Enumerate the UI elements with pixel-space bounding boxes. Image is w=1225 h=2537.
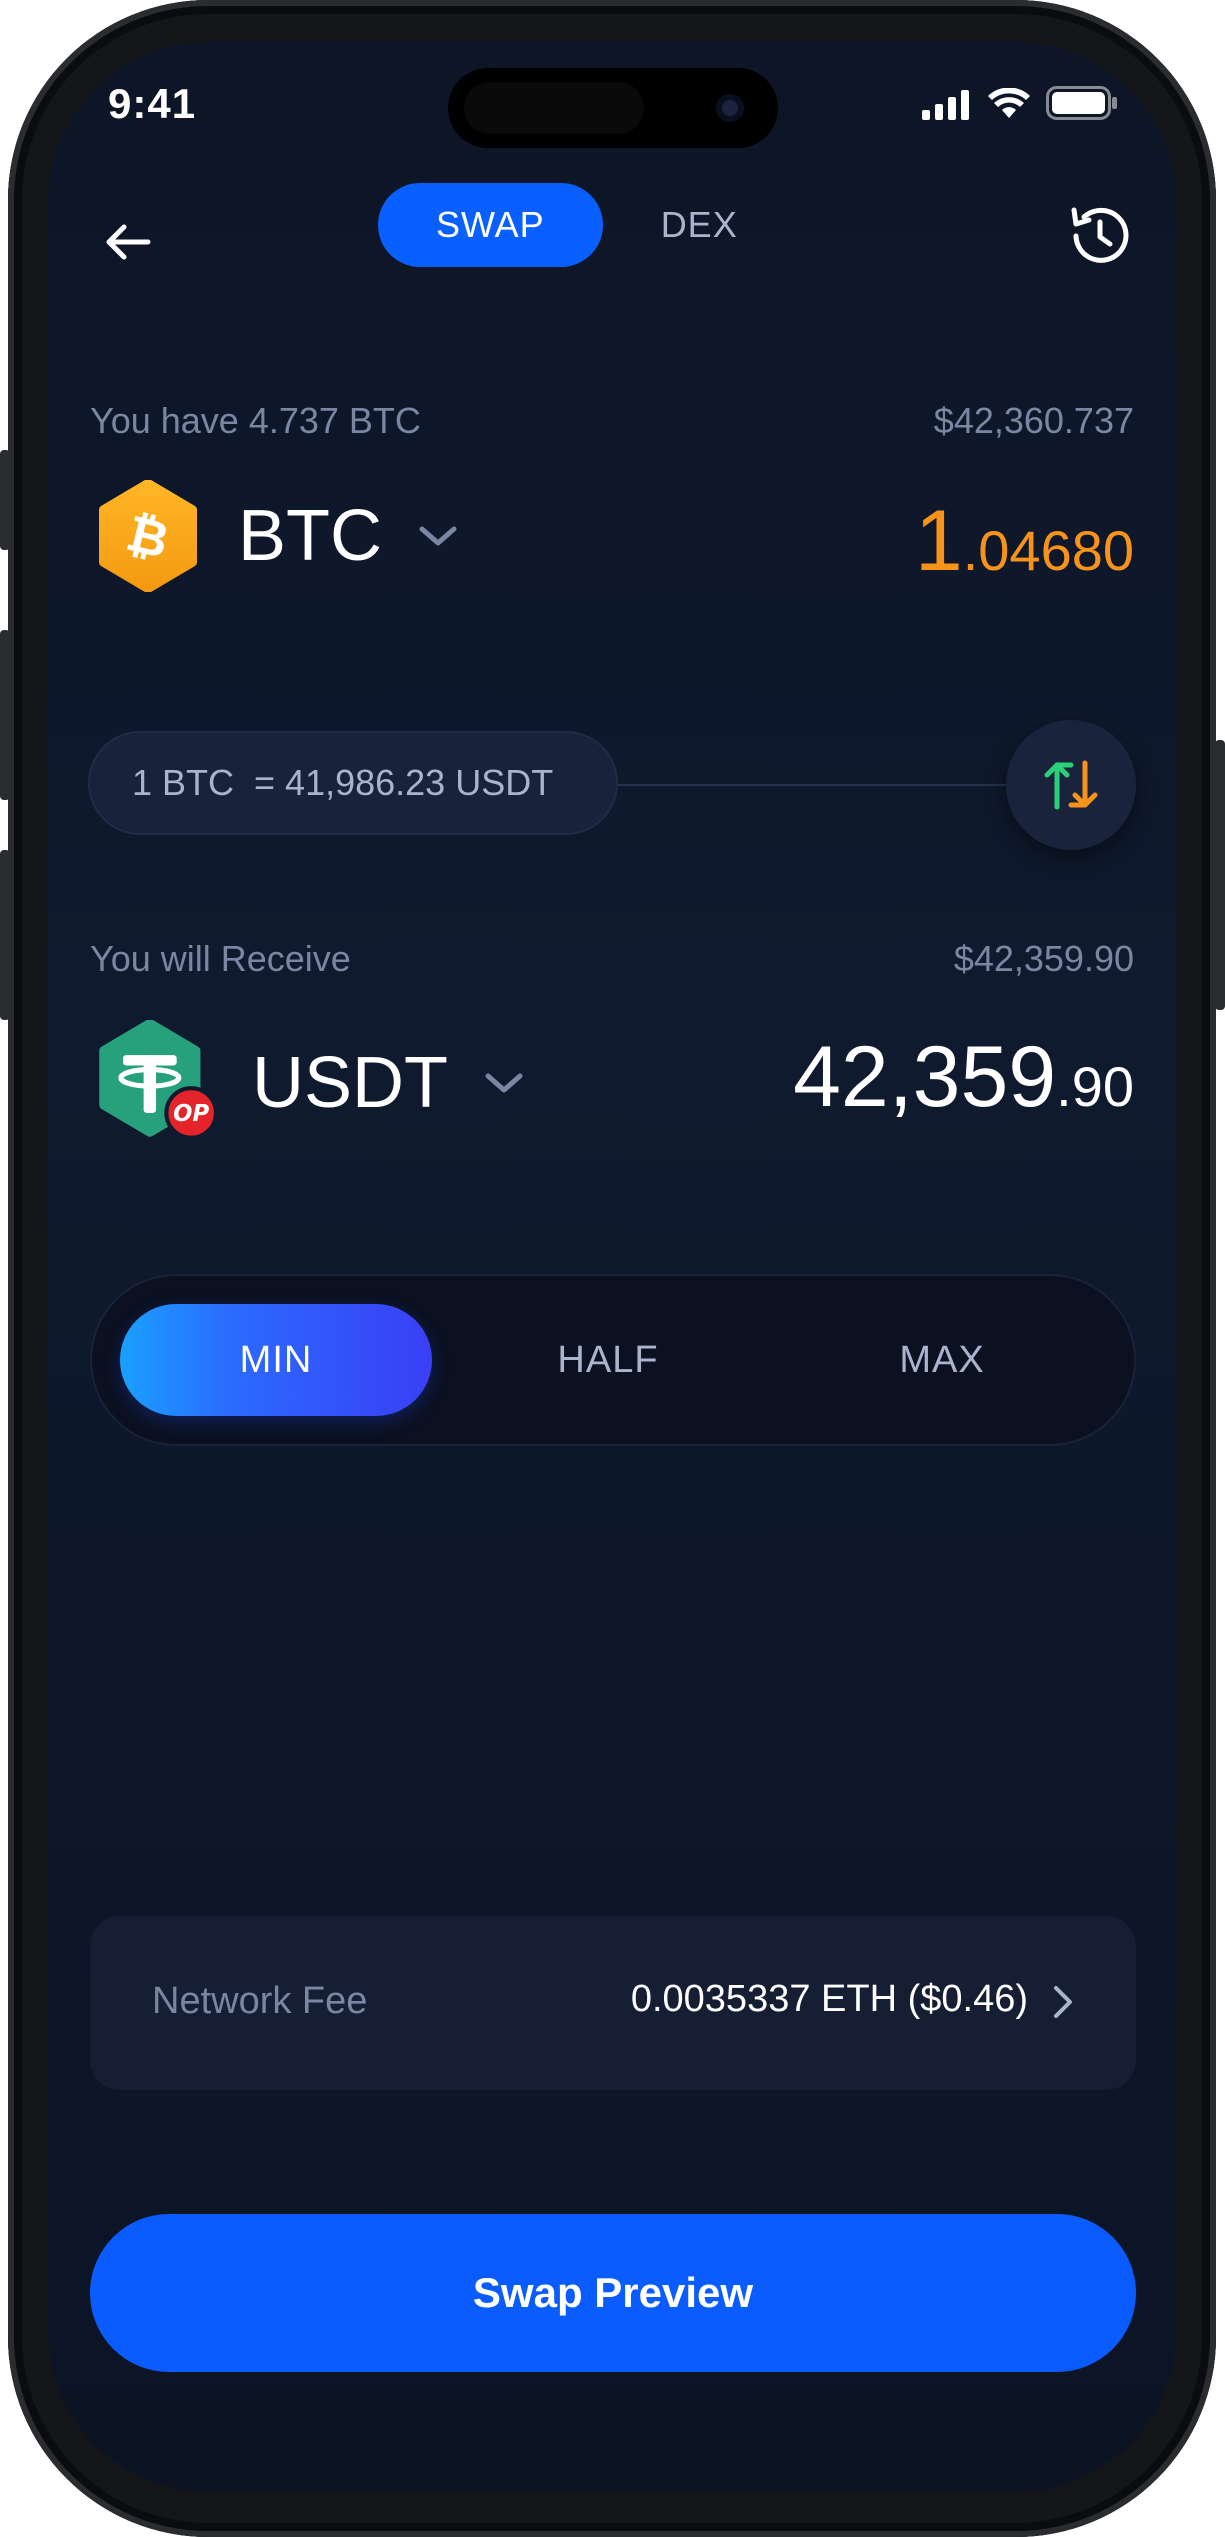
op-badge: OP <box>173 1101 209 1127</box>
to-coin-selector[interactable]: OP USDT <box>92 1020 526 1146</box>
swap-preview-button[interactable]: Swap Preview <box>90 2214 1136 2372</box>
to-fiat-value: $42,359.90 <box>953 938 1134 979</box>
signal-icon <box>922 90 969 120</box>
preset-half-button[interactable]: HALF <box>452 1304 764 1416</box>
preset-min-button[interactable]: MIN <box>120 1304 432 1416</box>
amount-presets: MIN HALF MAX <box>90 1274 1136 1446</box>
chevron-right-icon <box>1054 1986 1072 2018</box>
to-amount: 42,359.90 <box>793 1028 1134 1127</box>
tether-icon: OP <box>99 1020 218 1140</box>
exchange-rate: 1 BTC = 41,986.23 USDT <box>88 731 618 835</box>
from-coin-name: BTC <box>238 496 382 576</box>
to-amount-integer: 42,359 <box>793 1029 1057 1125</box>
arrow-left-icon <box>106 224 151 260</box>
power-button <box>1215 740 1225 1010</box>
swap-arrows-icon <box>1044 760 1098 810</box>
from-amount-integer: 1 <box>914 493 963 589</box>
from-fiat-value: $42,360.737 <box>933 400 1134 441</box>
from-coin-selector[interactable]: ₿ BTC <box>92 480 460 592</box>
camera-icon <box>716 94 744 122</box>
preset-max-button[interactable]: MAX <box>786 1304 1098 1416</box>
dynamic-island <box>448 68 778 148</box>
chevron-down-icon <box>485 1073 523 1093</box>
volume-up-button <box>0 630 10 800</box>
balance-label: You have 4.737 BTC <box>90 400 421 441</box>
app-screen: 9:41 SWAP DEX You have 4.737 BTC $42,360… <box>48 42 1176 2492</box>
status-time: 9:41 <box>108 80 197 127</box>
volume-down-button <box>0 850 10 1020</box>
swap-direction-button[interactable] <box>1006 720 1136 850</box>
back-button[interactable] <box>88 202 168 282</box>
mode-tabs: SWAP DEX <box>378 183 776 267</box>
tab-swap[interactable]: SWAP <box>378 183 603 267</box>
bitcoin-icon: ₿ <box>99 480 197 592</box>
history-icon <box>1071 207 1129 263</box>
from-amount-input[interactable]: 1.04680 <box>915 492 1134 591</box>
receive-label: You will Receive <box>90 938 351 979</box>
from-amount-decimal: .04680 <box>962 519 1134 582</box>
status-icons <box>922 86 1118 120</box>
to-coin-name: USDT <box>252 1043 448 1123</box>
network-fee-value: 0.0035337 ETH ($0.46) <box>630 1978 1028 2020</box>
tab-dex[interactable]: DEX <box>623 183 776 267</box>
to-amount-decimal: .90 <box>1056 1055 1134 1118</box>
chevron-down-icon <box>419 526 457 546</box>
wifi-icon <box>988 88 1030 118</box>
network-fee-row[interactable]: Network Fee 0.0035337 ETH ($0.46) <box>90 1916 1136 2090</box>
network-fee-label: Network Fee <box>152 1980 368 2022</box>
history-button[interactable] <box>1058 194 1142 278</box>
silent-switch <box>0 450 10 550</box>
battery-icon <box>1046 86 1117 120</box>
